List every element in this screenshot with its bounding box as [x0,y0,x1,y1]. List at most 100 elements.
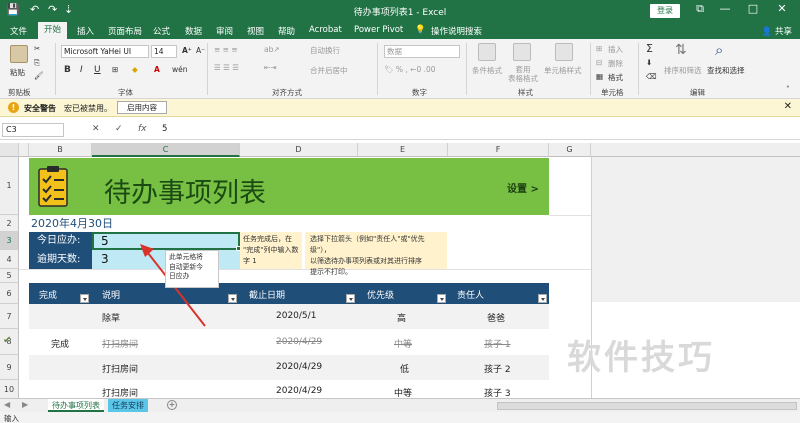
insert-function-icon[interactable]: fx [138,124,147,134]
ribbon-display-icon[interactable]: ⧉ [690,2,710,16]
scroll-tabs-left-icon[interactable]: ◀ [4,400,10,409]
cells-group-label: 单元格 [601,88,624,97]
delete-cells-icon[interactable]: ⊟ [596,58,602,67]
sheet-tab-todo[interactable]: 待办事项列表 [48,399,104,412]
title-bar: 💾 ↶ ↷ ⇣ 待办事项列表1 - Excel 登录 ⧉ — □ ✕ [0,0,800,22]
font-name-combo[interactable]: Microsoft YaHei UI [61,45,149,58]
share-button[interactable]: 👤 共享 [762,25,792,37]
accounting-format-icon[interactable]: 🏷 % , ←0 .00 [384,65,436,74]
formula-input[interactable]: 5 [162,124,167,134]
align-left-icon[interactable]: ☰ ☰ ☰ [214,63,239,72]
tab-page-layout[interactable]: 页面布局 [108,25,142,37]
name-box[interactable]: C3 [2,123,64,137]
find-select-button[interactable]: 查找和选择 [707,65,745,76]
number-format-combo[interactable]: 数据 [384,45,460,58]
fill-icon[interactable]: ⬇ [646,58,652,67]
underline-button[interactable]: U [94,65,101,75]
find-select-icon[interactable]: ⌕ [715,41,723,59]
tab-file[interactable]: 文件 [10,25,27,37]
delete-cells-button[interactable]: 删除 [608,58,623,69]
ribbon-tabs: 文件 开始 插入 页面布局 公式 数据 审阅 视图 帮助 Acrobat Pow… [0,22,800,39]
security-warning-bar: ! 安全警告 宏已被禁用。 启用内容 ✕ [0,99,800,117]
conditional-format-icon[interactable] [478,43,496,61]
sort-filter-button[interactable]: 排序和筛选 [664,65,702,76]
separator [466,43,467,95]
conditional-format-button[interactable]: 条件格式 [472,65,502,76]
ribbon: 粘贴 ✂ ⎘ 🖌 剪贴板 Microsoft YaHei UI 14 A⁺ A⁻… [0,39,800,99]
cancel-icon[interactable]: ✕ [92,124,100,134]
autosum-icon[interactable]: Σ [646,42,653,55]
sheet-tab-bar: ◀ ▶ 待办事项列表 任务安排 + [0,398,800,412]
cell-styles-button[interactable]: 单元格样式 [544,65,582,76]
window-title: 待办事项列表1 - Excel [353,8,447,18]
phonetic-icon[interactable]: wén [172,65,188,74]
security-title: 安全警告 [24,104,56,113]
login-button[interactable]: 登录 [650,4,680,18]
format-painter-icon[interactable]: 🖌 [34,71,44,80]
separator [377,43,378,95]
lightbulb-icon: 💡 [415,25,426,35]
tab-view[interactable]: 视图 [247,25,264,37]
styles-group-label: 样式 [518,88,533,97]
enter-icon[interactable]: ✓ [115,124,123,134]
share-label: 共享 [774,27,792,37]
collapse-ribbon-icon[interactable]: ˄ [786,85,790,94]
clear-icon[interactable]: ⌫ [646,72,657,81]
close-icon[interactable]: ✕ [772,2,792,15]
warning-icon: ! [8,102,19,113]
enable-content-button[interactable]: 启用内容 [117,101,167,114]
bold-button[interactable]: B [64,65,71,75]
font-group-label: 字体 [118,88,133,97]
borders-icon[interactable]: ⊞ [112,65,118,74]
font-color-icon[interactable]: A [154,65,160,74]
tab-help[interactable]: 帮助 [278,25,295,37]
minimize-icon[interactable]: — [715,2,735,15]
font-size-combo[interactable]: 14 [151,45,177,58]
format-as-table-button[interactable]: 套用 表格格式 [508,65,538,83]
shrink-font-icon[interactable]: A⁻ [196,46,205,55]
italic-button[interactable]: I [80,65,83,75]
fill-color-icon[interactable]: ◆ [132,65,138,74]
tab-data[interactable]: 数据 [185,25,202,37]
orientation-icon[interactable]: ab↗ [264,45,280,54]
scroll-tabs-right-icon[interactable]: ▶ [22,400,28,409]
status-mode: 输入 [4,414,19,423]
editing-group-label: 编辑 [690,88,705,97]
format-cells-icon[interactable]: ▦ [596,72,603,81]
paste-button[interactable]: 粘贴 [10,67,25,78]
tab-insert[interactable]: 插入 [77,25,94,37]
red-arrow-head [140,244,154,257]
number-group-label: 数字 [412,88,427,97]
tab-home[interactable]: 开始 [38,22,68,39]
close-icon[interactable]: ✕ [784,101,792,112]
wrap-text-button[interactable]: 自动换行 [310,45,340,56]
sheet-tab-schedule[interactable]: 任务安排 [108,399,148,412]
cut-icon[interactable]: ✂ [34,44,40,53]
add-sheet-icon[interactable]: + [167,400,177,410]
tell-me-search[interactable]: 操作说明搜索 [431,25,482,37]
horizontal-scrollbar[interactable] [497,402,797,410]
insert-cells-icon[interactable]: ⊞ [596,44,602,53]
security-message: 宏已被禁用。 [64,104,112,113]
cell-styles-icon[interactable] [555,43,573,61]
format-cells-button[interactable]: 格式 [608,72,623,83]
maximize-icon[interactable]: □ [743,2,763,15]
insert-cells-button[interactable]: 插入 [608,44,623,55]
paste-icon[interactable] [10,45,28,63]
indent-icon[interactable]: ⇤⇥ [264,63,277,72]
format-as-table-icon[interactable] [513,43,531,61]
clipboard-group-label: 剪贴板 [8,88,31,97]
grow-font-icon[interactable]: A⁺ [182,46,192,55]
tab-power-pivot[interactable]: Power Pivot [354,25,403,35]
tab-acrobat[interactable]: Acrobat [309,25,342,35]
formula-bar: C3 ✕ ✓ fx 5 [0,120,800,140]
status-bar: 输入 [0,412,800,423]
merge-center-button[interactable]: 合并后居中 [310,65,348,76]
align-top-icon[interactable]: ≡ ≡ ≡ [214,45,238,54]
separator [590,43,591,95]
tab-formulas[interactable]: 公式 [153,25,170,37]
sort-filter-icon[interactable]: ⇅ [675,42,687,58]
tab-review[interactable]: 审阅 [216,25,233,37]
copy-icon[interactable]: ⎘ [34,58,40,68]
separator [55,43,56,95]
